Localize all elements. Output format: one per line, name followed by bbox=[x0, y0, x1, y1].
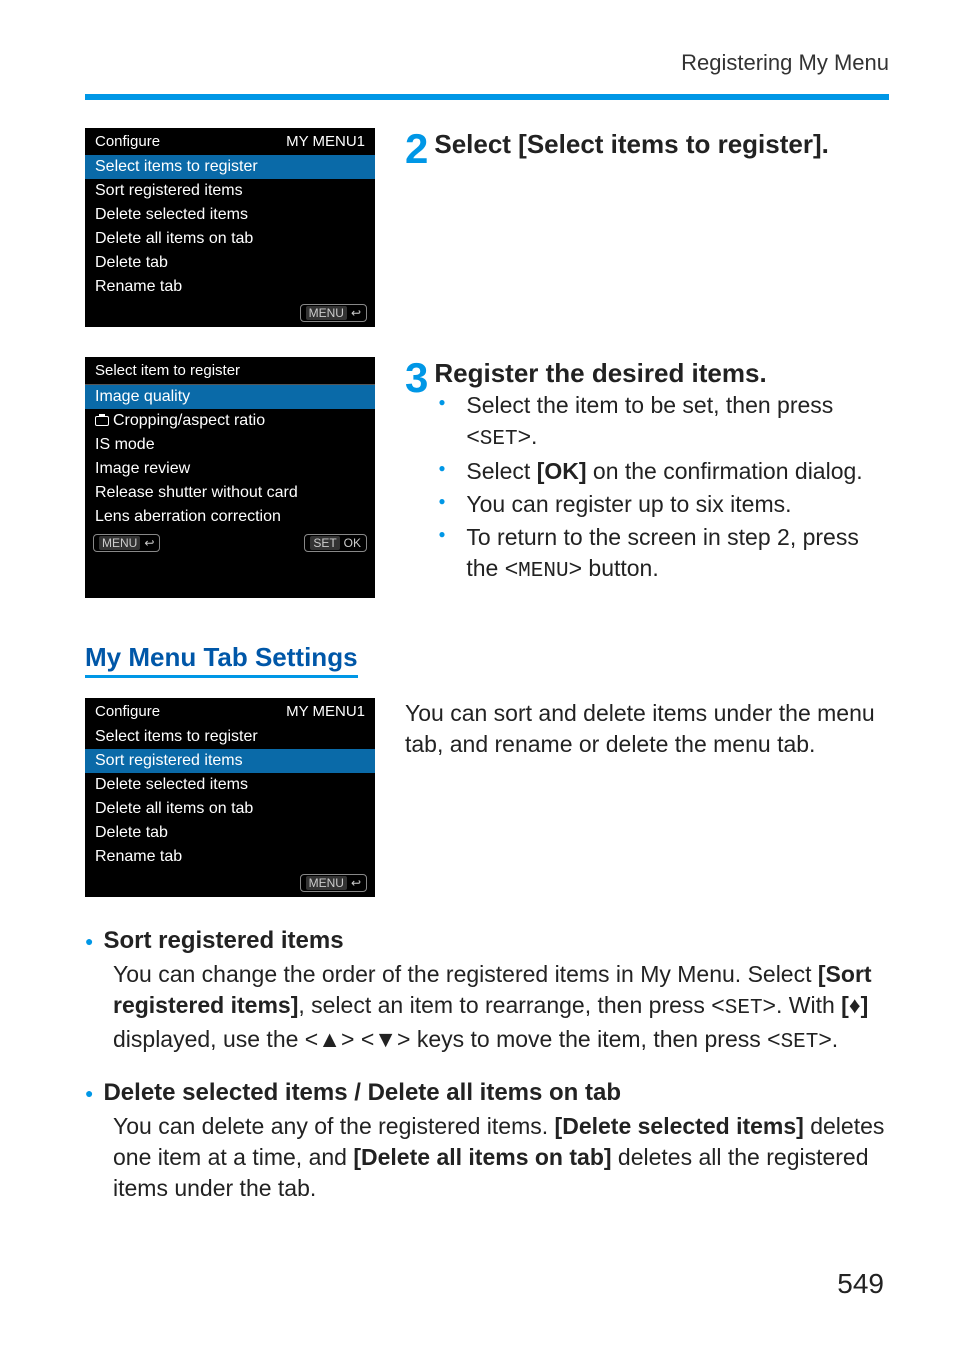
menu-item[interactable]: Delete all items on tab bbox=[85, 227, 375, 251]
page-number: 549 bbox=[837, 1268, 884, 1300]
menu-item[interactable]: Lens aberration correction bbox=[85, 505, 375, 529]
set-ok-indicator: SETOK bbox=[304, 534, 367, 552]
menu-item[interactable]: Rename tab bbox=[85, 845, 375, 869]
camera-screen-configure-1: Configure MY MENU1 Select items to regis… bbox=[85, 128, 375, 327]
menu-item[interactable]: Sort registered items bbox=[85, 179, 375, 203]
menu-item[interactable]: Sort registered items bbox=[85, 749, 375, 773]
screen-title-right: MY MENU1 bbox=[286, 703, 365, 720]
menu-item[interactable]: Delete tab bbox=[85, 251, 375, 275]
camera-screen-configure-2: Configure MY MENU1 Select items to regis… bbox=[85, 698, 375, 897]
menu-item[interactable]: Image review bbox=[85, 457, 375, 481]
screen-title-left: Configure bbox=[95, 133, 160, 150]
section-heading: My Menu Tab Settings bbox=[85, 642, 358, 678]
screen-title: Select item to register bbox=[95, 362, 240, 379]
menu-item[interactable]: Select items to register bbox=[85, 155, 375, 179]
screen-title-right: MY MENU1 bbox=[286, 133, 365, 150]
menu-item[interactable]: Rename tab bbox=[85, 275, 375, 299]
subheading-delete: Delete selected items / Delete all items… bbox=[85, 1079, 889, 1107]
step3-bullet: Select [OK] on the confirmation dialog. bbox=[438, 456, 889, 487]
section-paragraph: You can sort and delete items under the … bbox=[405, 698, 889, 760]
screen-title-left: Configure bbox=[95, 703, 160, 720]
menu-item[interactable]: Delete selected items bbox=[85, 773, 375, 797]
sort-paragraph: You can change the order of the register… bbox=[85, 959, 889, 1057]
camera-screen-select-item: Select item to register Image quality Cr… bbox=[85, 357, 375, 598]
menu-item[interactable]: IS mode bbox=[85, 433, 375, 457]
menu-item[interactable]: Cropping/aspect ratio bbox=[85, 409, 375, 433]
camera-icon bbox=[95, 416, 109, 426]
menu-item[interactable]: Delete selected items bbox=[85, 203, 375, 227]
menu-back-indicator: MENU↩ bbox=[300, 874, 367, 892]
menu-back-indicator: MENU↩ bbox=[93, 534, 160, 552]
breadcrumb: Registering My Menu bbox=[85, 50, 889, 76]
menu-back-indicator: MENU↩ bbox=[300, 304, 367, 322]
step-title-2: Select [Select items to register]. bbox=[434, 128, 828, 161]
menu-item[interactable]: Select items to register bbox=[85, 725, 375, 749]
step3-bullet: You can register up to six items. bbox=[438, 489, 889, 520]
step-number-2: 2 bbox=[405, 128, 428, 170]
menu-item[interactable]: Image quality bbox=[85, 385, 375, 409]
accent-bar bbox=[85, 94, 889, 100]
menu-item[interactable]: Delete all items on tab bbox=[85, 797, 375, 821]
step-title-3: Register the desired items. bbox=[434, 357, 889, 390]
step3-bullet: Select the item to be set, then press <S… bbox=[438, 390, 889, 454]
subheading-sort: Sort registered items bbox=[85, 927, 889, 955]
menu-item[interactable]: Release shutter without card bbox=[85, 481, 375, 505]
step-number-3: 3 bbox=[405, 357, 428, 399]
delete-paragraph: You can delete any of the registered ite… bbox=[85, 1111, 889, 1204]
menu-item[interactable]: Delete tab bbox=[85, 821, 375, 845]
step3-bullet: To return to the screen in step 2, press… bbox=[438, 522, 889, 586]
